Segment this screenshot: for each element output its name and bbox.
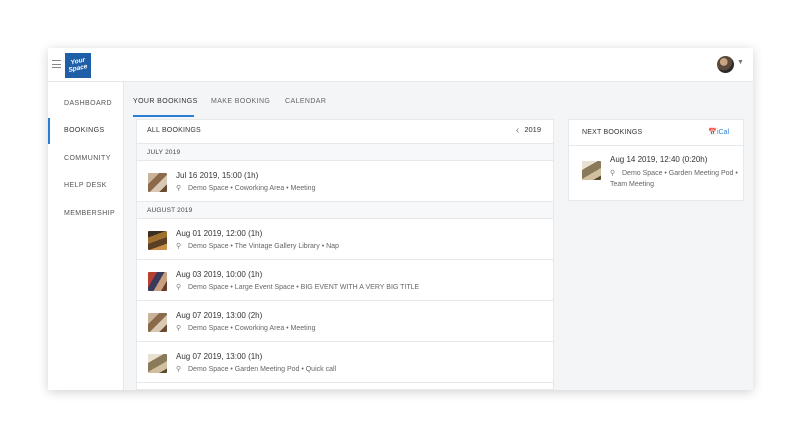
- booking-time: Aug 14 2019, 12:40 (0:20h): [610, 155, 708, 164]
- space-thumbnail: [148, 313, 167, 332]
- chevron-down-icon[interactable]: ▼: [737, 59, 744, 66]
- ical-label: iCal: [716, 129, 729, 136]
- booking-location-text: Demo Space • The Vintage Gallery Library…: [188, 243, 339, 250]
- space-thumbnail: [582, 161, 601, 180]
- booking-location-text: Demo Space • Garden Meeting Pod • Quick …: [188, 366, 337, 373]
- map-pin-icon: ⚲: [176, 366, 182, 373]
- booking-location: ⚲ Demo Space • Coworking Area • Meeting: [176, 184, 315, 192]
- booking-location: ⚲ Demo Space • Coworking Area • Meeting: [176, 324, 315, 332]
- bookings-header: ALL BOOKINGS ‹ 2019 ›: [137, 120, 553, 144]
- map-pin-icon: ⚲: [176, 243, 182, 250]
- next-bookings-panel: NEXT BOOKINGS 📅iCal Aug 14 2019, 12:40 (…: [568, 119, 744, 201]
- space-thumbnail: [148, 354, 167, 373]
- month-header: JULY 2019: [137, 144, 553, 161]
- sidebar-item-bookings[interactable]: BOOKINGS: [48, 118, 124, 144]
- active-tab-indicator: [133, 115, 194, 117]
- booking-location-text: Demo Space • Coworking Area • Meeting: [188, 185, 316, 192]
- sidebar-item-dashboard[interactable]: DASHBOARD: [48, 91, 124, 117]
- year-navigator: ‹ 2019 ›: [513, 125, 541, 136]
- top-bar: Your Space ▼: [48, 48, 753, 82]
- month-header: AUGUST 2019: [137, 202, 553, 219]
- booking-location: ⚲ Demo Space • The Vintage Gallery Librar…: [176, 242, 339, 250]
- booking-time: Aug 01 2019, 12:00 (1h): [176, 229, 263, 238]
- year-label: 2019: [524, 125, 541, 134]
- booking-location-text: Demo Space • Large Event Space • BIG EVE…: [188, 284, 420, 291]
- booking-row[interactable]: Jul 16 2019, 15:00 (1h) ⚲ Demo Space • Co…: [137, 161, 553, 202]
- logo[interactable]: Your Space: [65, 53, 91, 78]
- space-thumbnail: [148, 173, 167, 192]
- booking-location: ⚲ Demo Space • Garden Meeting Pod • Quick…: [176, 365, 336, 373]
- booking-location-text: Demo Space • Garden Meeting Pod • Team M…: [610, 170, 738, 188]
- chevron-left-icon[interactable]: ‹: [513, 125, 522, 136]
- next-bookings-header: NEXT BOOKINGS 📅iCal: [569, 120, 743, 146]
- booking-location: ⚲ Demo Space • Garden Meeting Pod • Team …: [610, 168, 740, 190]
- space-thumbnail: [148, 272, 167, 291]
- booking-time: Aug 03 2019, 10:00 (1h): [176, 270, 263, 279]
- booking-row[interactable]: Aug 07 2019, 13:00 (1h) ⚲ Demo Space • Ga…: [137, 342, 553, 383]
- space-thumbnail: [148, 231, 167, 250]
- booking-row[interactable]: Aug 07 2019, 13:00 (2h) ⚲ Demo Space • Co…: [137, 301, 553, 342]
- sidebar-item-help-desk[interactable]: HELP DESK: [48, 173, 124, 199]
- bookings-title: ALL BOOKINGS: [147, 127, 201, 134]
- sidebar-item-membership[interactable]: MEMBERSHIP: [48, 201, 124, 227]
- calendar-icon: 📅: [708, 129, 717, 136]
- sidebar: DASHBOARD BOOKINGS COMMUNITY HELP DESK M…: [48, 82, 124, 390]
- map-pin-icon: ⚲: [176, 284, 182, 291]
- app-window: Your Space ▼ DASHBOARD BOOKINGS COMMUNIT…: [48, 48, 753, 390]
- booking-time: Jul 16 2019, 15:00 (1h): [176, 171, 259, 180]
- all-bookings-panel: ALL BOOKINGS ‹ 2019 › JULY 2019 Jul 16 2…: [136, 119, 554, 390]
- tab-calendar[interactable]: CALENDAR: [285, 98, 326, 105]
- booking-row[interactable]: Aug 01 2019, 12:00 (1h) ⚲ Demo Space • Th…: [137, 219, 553, 260]
- ical-link[interactable]: 📅iCal: [708, 128, 729, 136]
- next-bookings-title: NEXT BOOKINGS: [582, 129, 643, 136]
- booking-location-text: Demo Space • Coworking Area • Meeting: [188, 325, 316, 332]
- hamburger-icon[interactable]: [52, 60, 61, 68]
- map-pin-icon: ⚲: [176, 325, 182, 332]
- sidebar-item-community[interactable]: COMMUNITY: [48, 146, 124, 172]
- map-pin-icon: ⚲: [610, 170, 616, 177]
- map-pin-icon: ⚲: [176, 185, 182, 192]
- booking-row[interactable]: Aug 03 2019, 10:00 (1h) ⚲ Demo Space • La…: [137, 260, 553, 301]
- booking-location: ⚲ Demo Space • Large Event Space • BIG EV…: [176, 283, 419, 291]
- tab-make-booking[interactable]: MAKE BOOKING: [211, 98, 270, 105]
- next-booking-item[interactable]: Aug 14 2019, 12:40 (0:20h) ⚲ Demo Space •…: [569, 146, 743, 201]
- booking-time: Aug 07 2019, 13:00 (1h): [176, 352, 263, 361]
- booking-time: Aug 07 2019, 13:00 (2h): [176, 311, 263, 320]
- avatar[interactable]: [717, 56, 734, 73]
- tab-your-bookings[interactable]: YOUR BOOKINGS: [133, 98, 198, 105]
